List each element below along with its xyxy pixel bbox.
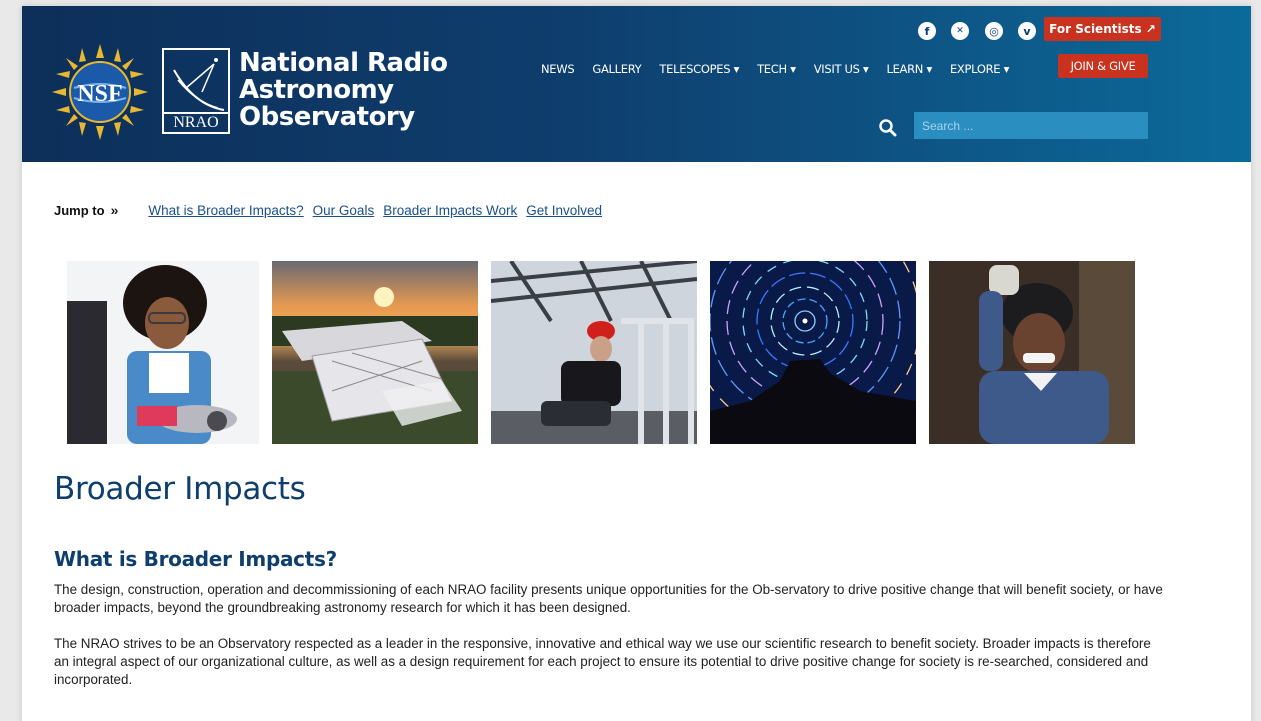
nav-telescopes[interactable]: TELESCOPES ▾ [659,62,739,76]
nav-explore[interactable]: EXPLORE ▾ [950,62,1009,76]
org-name-line-3: Observatory [239,102,415,132]
nav-tech[interactable]: TECH ▾ [757,62,796,76]
org-name[interactable]: National Radio Astronomy Observatory [239,48,448,132]
photo-star-trails [710,261,916,444]
svg-text:NSF: NSF [77,81,122,107]
site-header: NSF NRAO National Radio Astronomy Observ… [22,6,1251,162]
search-input[interactable] [914,112,1148,139]
page-title: Broader Impacts [54,471,306,507]
x-icon[interactable]: ✕ [951,22,969,40]
photo-welder [929,261,1135,444]
paragraph-2: The NRAO strives to be an Observatory re… [54,636,1151,687]
facebook-icon[interactable]: f [918,22,936,40]
jump-label: Jump to [54,202,105,218]
nrao-wordmark: NRAO [164,112,228,132]
org-name-line-2: Astronomy [239,75,394,105]
main-nav: NEWS GALLERY TELESCOPES ▾ TECH ▾ VISIT U… [541,59,1027,79]
join-give-button[interactable]: JOIN & GIVE [1058,54,1148,78]
photo-telescope-sunset [272,261,478,444]
photo-girl-robotics [67,261,259,444]
page: NSF NRAO National Radio Astronomy Observ… [22,6,1251,721]
nav-news[interactable]: NEWS [541,62,575,76]
nav-visit-us[interactable]: VISIT US ▾ [814,62,869,76]
nav-learn[interactable]: LEARN ▾ [886,62,932,76]
jump-link-work[interactable]: Broader Impacts Work [383,203,517,218]
jump-link-get-involved[interactable]: Get Involved [526,203,602,218]
nsf-logo[interactable]: NSF [52,44,148,140]
section-title-what-is: What is Broader Impacts? [54,547,337,571]
nav-gallery[interactable]: GALLERY [592,62,641,76]
jump-link-goals[interactable]: Our Goals [313,203,375,218]
nrao-logo[interactable]: NRAO [162,48,230,134]
instagram-icon[interactable]: ◎ [985,22,1003,40]
paragraph-1: The design, construction, operation and … [54,582,1163,615]
org-name-line-1: National Radio [239,48,448,78]
search-icon[interactable] [878,118,898,138]
double-chevron-icon: » [110,202,119,218]
photo-engineer-hardhat [491,261,697,444]
jump-nav: Jump to » What is Broader Impacts? Our G… [54,202,611,218]
vimeo-icon[interactable]: v [1018,22,1036,40]
for-scientists-button[interactable]: For Scientists ↗ [1044,17,1161,41]
jump-link-what-is[interactable]: What is Broader Impacts? [148,203,303,218]
